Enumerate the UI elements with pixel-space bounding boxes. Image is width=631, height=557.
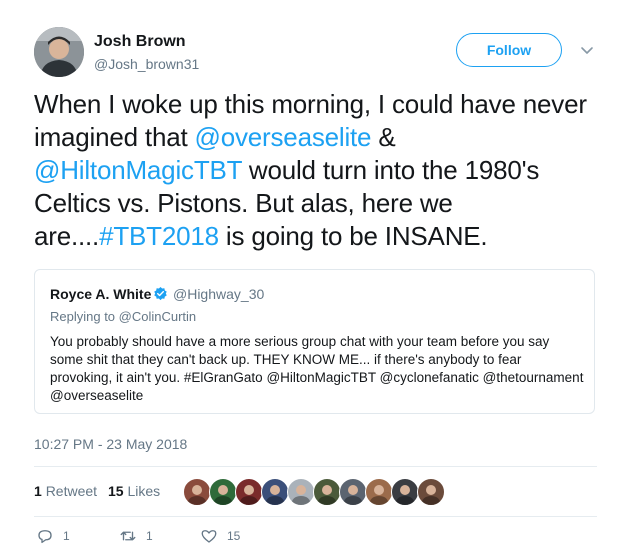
mention-hiltonmagictbt[interactable]: @HiltonMagicTBT xyxy=(34,155,242,185)
retweet-icon xyxy=(120,531,136,541)
liker-avatar[interactable] xyxy=(235,478,263,506)
quoted-tweet-text: You probably should have a more serious … xyxy=(50,334,584,403)
liker-avatar[interactable] xyxy=(391,478,419,506)
divider xyxy=(34,466,597,467)
follow-button[interactable]: Follow xyxy=(456,33,562,67)
liker-avatar[interactable] xyxy=(287,478,315,506)
liker-avatar[interactable] xyxy=(313,478,341,506)
author-handle[interactable]: @Josh_brown31 xyxy=(94,56,199,72)
likes-stat-count: 15 xyxy=(108,483,124,499)
like-action[interactable]: 15 xyxy=(200,527,240,545)
replying-to-handle[interactable]: @ColinCurtin xyxy=(119,309,197,324)
heart-icon xyxy=(201,530,217,543)
tweet-text: When I woke up this morning, I could hav… xyxy=(34,88,599,253)
quoted-tweet[interactable]: Royce A. White @Highway_30 Replying to @… xyxy=(34,269,595,414)
verified-badge-icon xyxy=(154,286,167,301)
retweet-stat-count: 1 xyxy=(34,483,42,499)
reply-count: 1 xyxy=(63,529,70,543)
liker-avatar[interactable] xyxy=(183,478,211,506)
likes-stat[interactable]: 15 Likes xyxy=(108,483,160,499)
divider xyxy=(34,516,597,517)
liker-avatar[interactable] xyxy=(209,478,237,506)
tweet-text-part: & xyxy=(371,122,396,152)
liker-avatar[interactable] xyxy=(261,478,289,506)
reply-icon xyxy=(38,530,52,544)
liker-avatar[interactable] xyxy=(417,478,445,506)
retweet-count: 1 xyxy=(146,529,153,543)
like-count: 15 xyxy=(227,529,241,543)
retweet-stat[interactable]: 1 Retweet xyxy=(34,483,97,499)
tweet-timestamp[interactable]: 10:27 PM - 23 May 2018 xyxy=(34,436,187,452)
tweet-card: Josh Brown @Josh_brown31 Follow When I w… xyxy=(0,0,631,557)
liker-avatar[interactable] xyxy=(365,478,393,506)
retweet-stat-label: Retweet xyxy=(45,483,98,499)
author-name[interactable]: Josh Brown xyxy=(94,33,186,51)
reply-action[interactable]: 1 xyxy=(36,527,70,545)
likes-stat-label: Likes xyxy=(127,483,161,499)
hashtag-tbt2018[interactable]: #TBT2018 xyxy=(99,221,219,251)
quoted-author-handle[interactable]: @Highway_30 xyxy=(173,286,264,302)
chevron-down-icon[interactable] xyxy=(579,42,595,58)
mention-overseaselite[interactable]: @overseaselite xyxy=(195,122,372,152)
author-avatar[interactable] xyxy=(34,27,84,77)
retweet-action[interactable]: 1 xyxy=(119,527,153,545)
replying-to-prefix: Replying to xyxy=(50,309,119,324)
liker-avatar[interactable] xyxy=(339,478,367,506)
quoted-author-name[interactable]: Royce A. White xyxy=(50,286,151,302)
tweet-text-part: is going to be INSANE. xyxy=(218,221,488,251)
replying-to: Replying to @ColinCurtin xyxy=(50,309,196,324)
